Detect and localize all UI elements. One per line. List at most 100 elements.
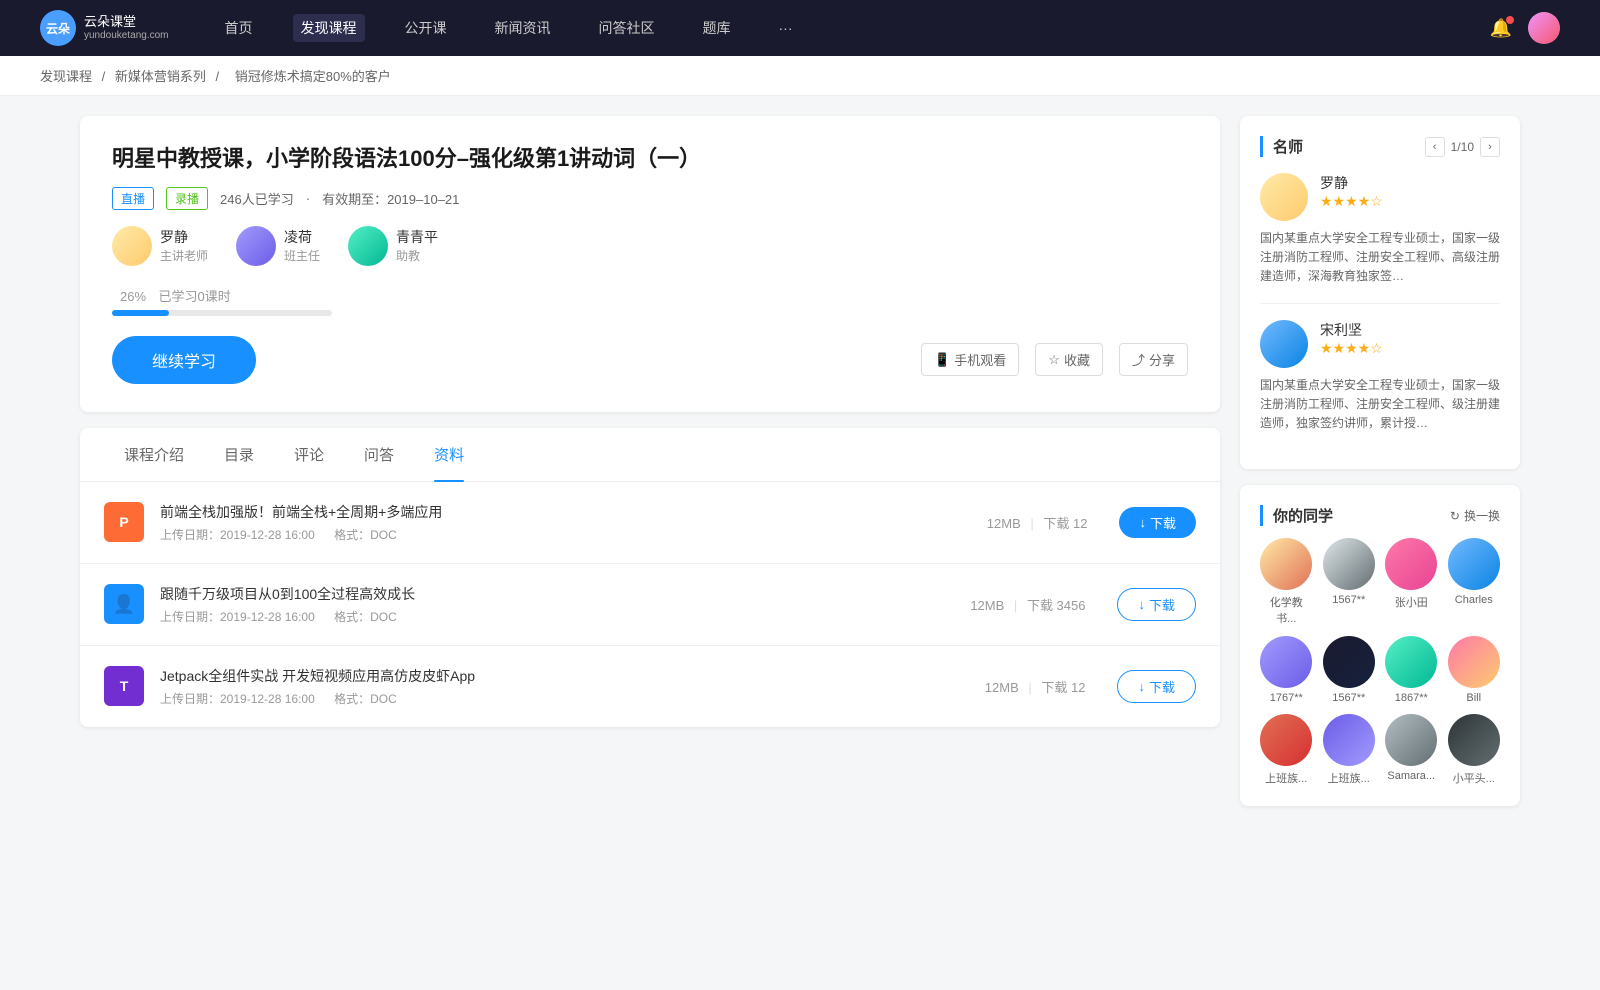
page-info: 1/10 (1451, 140, 1474, 154)
classmate-item-2[interactable]: 1567** (1323, 538, 1376, 626)
download-button-3[interactable]: ↓ 下载 (1117, 670, 1196, 703)
classmate-item-4[interactable]: Charles (1448, 538, 1501, 626)
sidebar-teacher-name-1: 罗静 (1320, 173, 1383, 193)
phone-watch-button[interactable]: 📱 手机观看 (921, 343, 1019, 376)
sidebar-teacher-row-1: 罗静 ★★★★☆ (1260, 173, 1500, 221)
sidebar-teacher-avatar-1 (1260, 173, 1308, 221)
classmate-item-11[interactable]: Samara... (1385, 714, 1438, 786)
teachers-pagination: ‹ 1/10 › (1425, 137, 1500, 157)
tab-resource[interactable]: 资料 (414, 428, 484, 481)
sidebar-teacher-1: 罗静 ★★★★☆ 国内某重点大学安全工程专业硕士，国家一级注册消防工程师、注册安… (1260, 173, 1500, 304)
progress-pct: 26% 已学习0课时 (112, 286, 1188, 306)
breadcrumb-sep-1: / (102, 69, 109, 84)
classmate-avatar-12 (1448, 714, 1500, 766)
teacher-avatar-2 (236, 226, 276, 266)
navbar: 云朵 云朵课堂 yundouketang.com 首页 发现课程 公开课 新闻资… (0, 0, 1600, 56)
refresh-button[interactable]: ↻ 换一换 (1450, 507, 1500, 524)
nav-qa[interactable]: 问答社区 (591, 14, 663, 42)
tab-qa[interactable]: 问答 (344, 428, 414, 481)
continue-learning-button[interactable]: 继续学习 (112, 336, 256, 384)
teachers-sidebar-card: 名师 ‹ 1/10 › 罗静 ★★★★☆ 国内某 (1240, 116, 1520, 469)
nav-courses[interactable]: 发现课程 (293, 14, 365, 42)
tab-intro[interactable]: 课程介绍 (104, 428, 204, 481)
classmate-item-3[interactable]: 张小田 (1385, 538, 1438, 626)
classmate-avatar-4 (1448, 538, 1500, 590)
teacher-avatar-1 (112, 226, 152, 266)
classmate-item-7[interactable]: 1867** (1385, 636, 1438, 704)
resource-stats-1: 12MB | 下载 12 (987, 513, 1088, 532)
share-icon: ⤴ (1132, 350, 1145, 369)
breadcrumb: 发现课程 / 新媒体营销系列 / 销冠修炼术搞定80%的客户 (0, 56, 1600, 96)
tab-review[interactable]: 评论 (274, 428, 344, 481)
user-avatar-nav[interactable] (1528, 12, 1560, 44)
sidebar-teacher-details-2: 宋利坚 ★★★★☆ (1320, 320, 1383, 357)
teachers-sidebar-title: 名师 (1260, 136, 1303, 157)
teacher-item-3: 青青平 助教 (348, 226, 438, 266)
bell-icon[interactable]: 🔔 (1490, 18, 1512, 39)
classmate-item-8[interactable]: Bill (1448, 636, 1501, 704)
teacher-name-3: 青青平 (396, 227, 438, 247)
file-icon-t: T (104, 666, 144, 706)
classmate-item-10[interactable]: 上班族... (1323, 714, 1376, 786)
classmate-item-9[interactable]: 上班族... (1260, 714, 1313, 786)
nav-home[interactable]: 首页 (217, 14, 261, 42)
file-icon-p: P (104, 502, 144, 542)
nav-news[interactable]: 新闻资讯 (487, 14, 559, 42)
classmate-name-11: Samara... (1387, 770, 1435, 782)
tab-catalog[interactable]: 目录 (204, 428, 274, 481)
nav-more[interactable]: ··· (771, 16, 801, 40)
download-icon-2: ↓ (1138, 597, 1145, 612)
sidebar-teacher-stars-1: ★★★★☆ (1320, 193, 1383, 210)
teacher-info-1: 罗静 主讲老师 (160, 227, 208, 264)
sidebar-teacher-stars-2: ★★★★☆ (1320, 340, 1383, 357)
download-button-2[interactable]: ↓ 下载 (1117, 588, 1196, 621)
classmate-avatar-11 (1385, 714, 1437, 766)
breadcrumb-current: 销冠修炼术搞定80%的客户 (235, 69, 391, 84)
classmate-avatar-8 (1448, 636, 1500, 688)
collect-button[interactable]: ☆ 收藏 (1035, 343, 1103, 376)
resource-title-2: 跟随千万级项目从0到100全过程高效成长 (160, 584, 954, 604)
classmate-item-1[interactable]: 化学教书... (1260, 538, 1313, 626)
classmate-avatar-9 (1260, 714, 1312, 766)
classmate-item-5[interactable]: 1767** (1260, 636, 1313, 704)
course-title: 明星中教授课，小学阶段语法100分–强化级第1讲动词（一） (112, 144, 1188, 175)
share-button[interactable]: ⤴ 分享 (1119, 343, 1188, 376)
sidebar-teacher-name-2: 宋利坚 (1320, 320, 1383, 340)
classmate-item-12[interactable]: 小平头... (1448, 714, 1501, 786)
resource-info-1: 前端全栈加强版！前端全栈+全周期+多端应用 上传日期：2019-12-28 16… (160, 502, 971, 543)
classmate-avatar-3 (1385, 538, 1437, 590)
resource-item-3: T Jetpack全组件实战 开发短视频应用高仿皮皮虾App 上传日期：2019… (80, 646, 1220, 727)
action-buttons: 📱 手机观看 ☆ 收藏 ⤴ 分享 (921, 343, 1188, 376)
teacher-role-3: 助教 (396, 247, 438, 264)
nav-quiz[interactable]: 题库 (695, 14, 739, 42)
teacher-role-2: 班主任 (284, 247, 320, 264)
download-button-1[interactable]: ↓ 下载 (1119, 507, 1196, 538)
teacher-name-1: 罗静 (160, 227, 208, 247)
classmates-title: 你的同学 (1260, 505, 1333, 526)
next-page-button[interactable]: › (1480, 137, 1500, 157)
sidebar-right: 名师 ‹ 1/10 › 罗静 ★★★★☆ 国内某 (1240, 116, 1520, 822)
sidebar-teacher-desc-1: 国内某重点大学安全工程专业硕士，国家一级注册消防工程师、注册安全工程师、高级注册… (1260, 229, 1500, 287)
logo[interactable]: 云朵 云朵课堂 yundouketang.com (40, 10, 169, 46)
download-icon-3: ↓ (1138, 679, 1145, 694)
classmate-name-10: 上班族... (1328, 770, 1370, 786)
classmate-avatar-7 (1385, 636, 1437, 688)
teacher-item-2: 凌荷 班主任 (236, 226, 320, 266)
nav-open[interactable]: 公开课 (397, 14, 455, 42)
file-icon-u: 👤 (104, 584, 144, 624)
bell-notification-dot (1506, 16, 1514, 24)
students-count: 246人已学习 (220, 189, 294, 208)
teachers-list: 罗静 主讲老师 凌荷 班主任 青青平 助教 (112, 226, 1188, 266)
content-left: 明星中教授课，小学阶段语法100分–强化级第1讲动词（一） 直播 录播 246人… (80, 116, 1220, 822)
breadcrumb-sep-2: / (216, 69, 223, 84)
breadcrumb-link-series[interactable]: 新媒体营销系列 (115, 69, 206, 84)
tag-live: 直播 (112, 187, 154, 210)
prev-page-button[interactable]: ‹ (1425, 137, 1445, 157)
classmate-item-6[interactable]: 1567** (1323, 636, 1376, 704)
resource-info-3: Jetpack全组件实战 开发短视频应用高仿皮皮虾App 上传日期：2019-1… (160, 666, 969, 707)
classmate-name-7: 1867** (1395, 692, 1428, 704)
sidebar-teacher-avatar-2 (1260, 320, 1308, 368)
logo-icon: 云朵 (40, 10, 76, 46)
resource-info-2: 跟随千万级项目从0到100全过程高效成长 上传日期：2019-12-28 16:… (160, 584, 954, 625)
breadcrumb-link-courses[interactable]: 发现课程 (40, 69, 92, 84)
